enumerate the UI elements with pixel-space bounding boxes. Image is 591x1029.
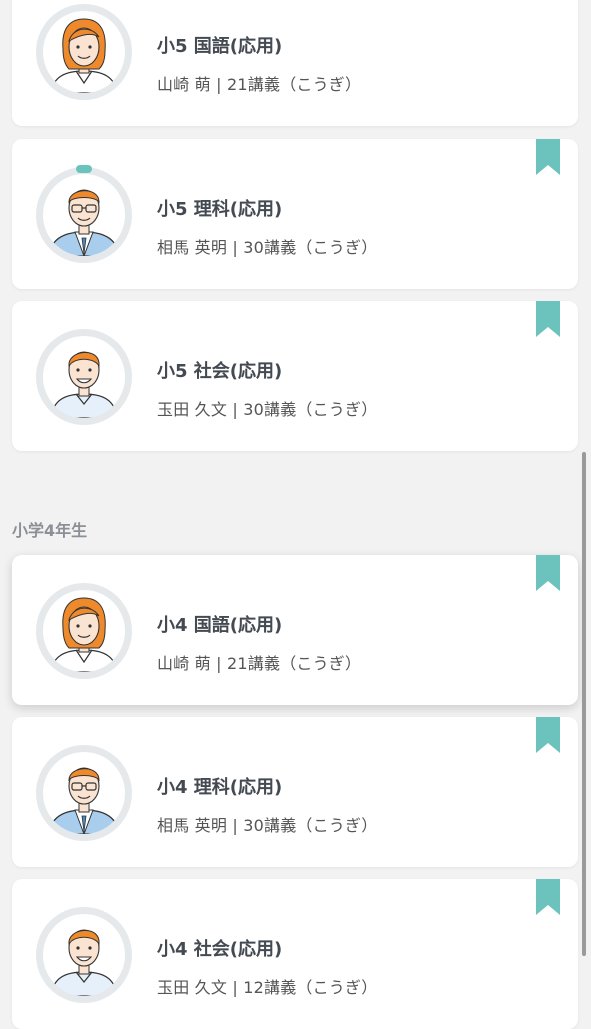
male-teacher-avatar-icon — [43, 336, 125, 418]
course-meta: 相馬 英明 | 30講義（こうぎ） — [157, 816, 378, 835]
progress-indicator — [76, 165, 92, 173]
course-meta: 玉田 久文 | 30講義（こうぎ） — [157, 400, 378, 419]
bookmark-icon[interactable] — [536, 139, 560, 175]
course-meta: 山崎 萌 | 21講義（こうぎ） — [157, 75, 362, 94]
glasses-teacher-avatar-icon — [43, 174, 125, 256]
course-title: 小4 理科(応用) — [157, 777, 283, 798]
male-teacher-avatar-icon — [43, 914, 125, 996]
bookmark-icon[interactable] — [536, 555, 560, 591]
course-card[interactable]: 小4 国語(応用) 山崎 萌 | 21講義（こうぎ） — [12, 555, 578, 705]
bookmark-icon[interactable] — [536, 879, 560, 915]
course-meta: 相馬 英明 | 30講義（こうぎ） — [157, 238, 378, 257]
female-teacher-avatar-icon — [43, 11, 125, 93]
bookmark-icon[interactable] — [536, 301, 560, 337]
instructor-avatar — [36, 745, 132, 841]
course-title: 小4 社会(応用) — [157, 939, 283, 960]
course-meta: 山崎 萌 | 21講義（こうぎ） — [157, 654, 362, 673]
glasses-teacher-avatar-icon — [43, 752, 125, 834]
course-card[interactable]: 小5 国語(応用) 山崎 萌 | 21講義（こうぎ） — [12, 0, 578, 126]
course-card[interactable]: 小5 理科(応用) 相馬 英明 | 30講義（こうぎ） — [12, 139, 578, 289]
scrollbar-thumb[interactable] — [582, 452, 586, 956]
course-title: 小4 国語(応用) — [157, 615, 283, 636]
instructor-avatar — [36, 583, 132, 679]
course-card[interactable]: 小4 理科(応用) 相馬 英明 | 30講義（こうぎ） — [12, 717, 578, 867]
course-title: 小5 理科(応用) — [157, 199, 283, 220]
instructor-avatar — [36, 329, 132, 425]
instructor-avatar — [36, 4, 132, 100]
course-title: 小5 国語(応用) — [157, 36, 283, 57]
course-card[interactable]: 小4 社会(応用) 玉田 久文 | 12講義（こうぎ） — [12, 879, 578, 1029]
course-title: 小5 社会(応用) — [157, 361, 283, 382]
bookmark-icon[interactable] — [536, 717, 560, 753]
section-title: 小学4年生 — [12, 521, 88, 540]
course-card[interactable]: 小5 社会(応用) 玉田 久文 | 30講義（こうぎ） — [12, 301, 578, 451]
course-meta: 玉田 久文 | 12講義（こうぎ） — [157, 978, 378, 997]
instructor-avatar — [36, 165, 132, 263]
female-teacher-avatar-icon — [43, 590, 125, 672]
instructor-avatar — [36, 907, 132, 1003]
